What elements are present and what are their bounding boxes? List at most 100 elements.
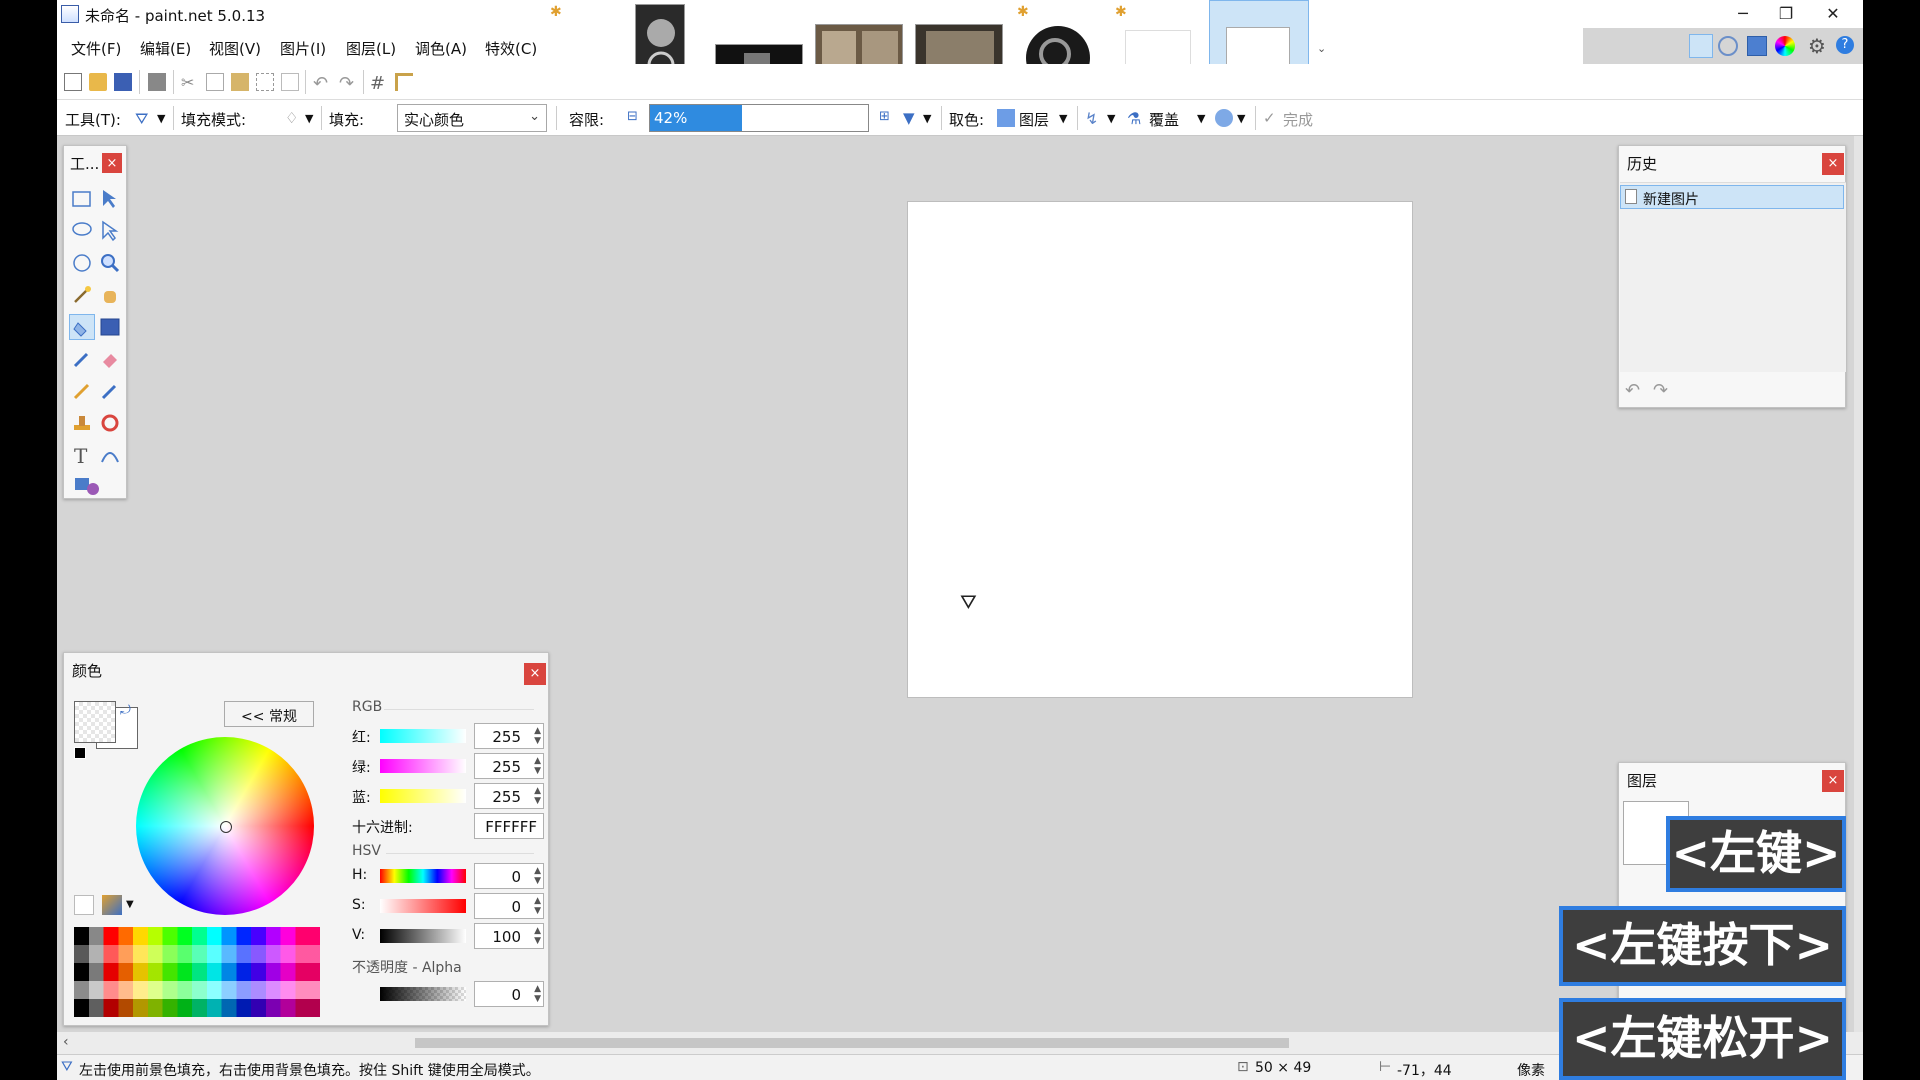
move-selection-tool[interactable]	[97, 218, 123, 244]
ellipse-select-tool[interactable]	[69, 250, 95, 276]
zoom-tool[interactable]	[97, 250, 123, 276]
add-palette-icon[interactable]	[74, 895, 94, 915]
image-canvas[interactable]: ⛛	[907, 201, 1413, 698]
alpha-slider[interactable]	[380, 987, 466, 1001]
history-redo-icon[interactable]: ↷	[1653, 380, 1668, 401]
vertical-scrollbar[interactable]	[1854, 136, 1863, 1032]
copy-icon[interactable]	[206, 73, 224, 91]
green-input[interactable]: 255 ▲ ▼	[474, 753, 544, 779]
magic-wand-tool[interactable]	[69, 282, 95, 308]
text-tool[interactable]: T	[69, 442, 95, 468]
layers-panel-close-icon[interactable]: ×	[1822, 770, 1844, 792]
menu-layers[interactable]: 图层(L)	[346, 38, 396, 59]
flood-mode-dropdown-icon[interactable]: ▼	[305, 112, 313, 125]
open-folder-icon[interactable]	[89, 73, 107, 91]
paste-icon[interactable]	[231, 73, 249, 91]
scrollbar-thumb[interactable]	[415, 1038, 1289, 1048]
sample-dropdown-icon[interactable]: ▼	[1059, 112, 1067, 125]
undo-icon[interactable]: ↶	[313, 73, 331, 94]
fill-type-select[interactable]: 实心颜色 ⌄	[397, 104, 547, 132]
history-item[interactable]: 新建图片	[1620, 185, 1844, 209]
green-slider[interactable]	[380, 759, 466, 773]
menu-view[interactable]: 视图(V)	[209, 38, 261, 59]
done-button[interactable]: 完成	[1283, 109, 1313, 130]
blend-icon[interactable]: ↯	[1085, 109, 1103, 128]
move-selected-tool[interactable]	[97, 186, 123, 212]
sample-value[interactable]: 图层	[1019, 109, 1049, 130]
selection-mode-icon[interactable]	[1215, 109, 1233, 127]
tools-panel-close-icon[interactable]: ×	[102, 153, 122, 173]
hue-slider[interactable]	[380, 869, 466, 883]
pan-tool[interactable]	[97, 282, 123, 308]
color-wheel-handle[interactable]	[220, 821, 232, 833]
thumbnails-dropdown-icon[interactable]: ⌄	[1317, 42, 1326, 55]
palette-dropdown-icon[interactable]: ▼	[126, 899, 134, 910]
cut-icon[interactable]: ✂	[181, 73, 199, 92]
menu-adjustments[interactable]: 调色(A)	[415, 38, 467, 59]
colors-toggle-icon[interactable]	[1775, 36, 1795, 56]
sample-layer-icon[interactable]	[997, 109, 1015, 127]
redo-icon[interactable]: ↷	[339, 73, 357, 94]
print-icon[interactable]	[148, 73, 166, 91]
red-slider[interactable]	[380, 729, 466, 743]
eraser-tool[interactable]	[97, 346, 123, 372]
gradient-tool[interactable]	[97, 314, 123, 340]
pencil-tool[interactable]	[69, 378, 95, 404]
history-panel-close-icon[interactable]: ×	[1822, 153, 1844, 175]
saturation-input[interactable]: 0 ▲ ▼	[474, 893, 544, 919]
color-palette[interactable]	[74, 927, 320, 1017]
antialias-icon[interactable]: ▼	[903, 109, 921, 127]
tolerance-increase-icon[interactable]: ⊞	[879, 109, 890, 124]
history-toggle-icon[interactable]	[1718, 36, 1738, 56]
menu-edit[interactable]: 编辑(E)	[140, 38, 191, 59]
line-curve-tool[interactable]	[97, 442, 123, 468]
restore-button[interactable]: ❐	[1766, 2, 1806, 26]
menu-file[interactable]: 文件(F)	[71, 38, 121, 59]
value-slider[interactable]	[380, 929, 466, 943]
paint-bucket-icon[interactable]: ⛛	[135, 109, 153, 128]
alpha-input[interactable]: 0 ▲ ▼	[474, 981, 544, 1007]
selection-mode-dropdown-icon[interactable]: ▼	[1237, 112, 1245, 125]
primary-color-swatch[interactable]	[74, 701, 116, 743]
scroll-left-icon[interactable]: ‹	[63, 1034, 69, 1050]
color-wheel[interactable]	[136, 737, 314, 915]
settings-gear-icon[interactable]: ⚙	[1808, 34, 1826, 58]
menu-image[interactable]: 图片(I)	[280, 38, 326, 59]
clone-stamp-tool[interactable]	[69, 410, 95, 436]
hue-input[interactable]: 0 ▲ ▼	[474, 863, 544, 889]
help-icon[interactable]: ?	[1836, 36, 1854, 54]
grid-icon[interactable]: #	[370, 73, 388, 94]
paintbrush-tool[interactable]	[69, 346, 95, 372]
tolerance-slider[interactable]: 42%	[649, 104, 869, 132]
value-input[interactable]: 100 ▲ ▼	[474, 923, 544, 949]
save-icon[interactable]	[114, 73, 132, 91]
paint-bucket-tool[interactable]	[69, 314, 95, 340]
mode-toggle-button[interactable]: << 常规	[224, 701, 314, 727]
menu-effects[interactable]: 特效(C)	[485, 38, 537, 59]
saturation-slider[interactable]	[380, 899, 466, 913]
crop-icon[interactable]	[256, 73, 274, 91]
lasso-select-tool[interactable]	[69, 218, 95, 244]
close-button[interactable]: ✕	[1813, 2, 1853, 26]
red-input[interactable]: 255 ▲ ▼	[474, 723, 544, 749]
minimize-button[interactable]: ─	[1723, 2, 1763, 26]
tolerance-decrease-icon[interactable]: ⊟	[627, 109, 638, 124]
blend-dropdown-icon[interactable]: ▼	[1107, 112, 1115, 125]
colors-panel-close-icon[interactable]: ×	[524, 663, 546, 685]
color-picker-tool[interactable]	[97, 378, 123, 404]
new-file-icon[interactable]	[64, 73, 82, 91]
ruler-icon[interactable]	[395, 73, 413, 91]
blue-input[interactable]: 255 ▲ ▼	[474, 783, 544, 809]
blue-slider[interactable]	[380, 789, 466, 803]
blend-mode-dropdown-icon[interactable]: ▼	[1197, 112, 1205, 125]
flood-mode-icon[interactable]: ♢	[285, 109, 303, 127]
history-undo-icon[interactable]: ↶	[1625, 380, 1640, 401]
layers-toggle-icon[interactable]	[1747, 36, 1767, 56]
units-select[interactable]: 像素	[1517, 1060, 1545, 1080]
palette-menu-icon[interactable]	[102, 895, 122, 915]
hex-input[interactable]: FFFFFF	[474, 813, 544, 839]
rectangle-select-tool[interactable]	[69, 186, 95, 212]
tools-toggle-icon[interactable]	[1689, 34, 1713, 58]
reset-colors-icon[interactable]	[74, 747, 86, 759]
blend-mode-value[interactable]: 覆盖	[1149, 109, 1179, 130]
